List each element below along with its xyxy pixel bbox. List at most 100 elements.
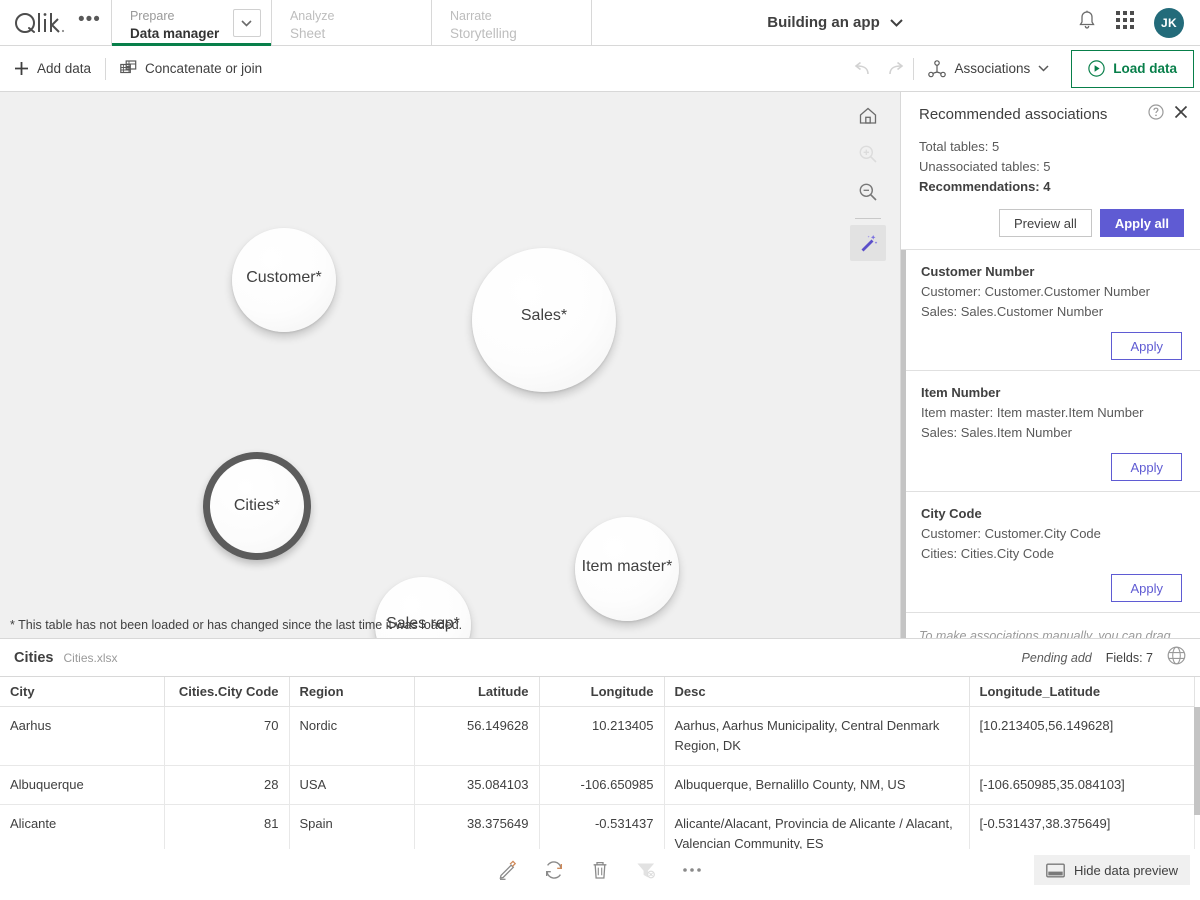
globe-icon[interactable] (1167, 646, 1186, 670)
concatenate-or-join-button[interactable]: Concatenate or join (106, 46, 276, 91)
plus-icon (15, 62, 28, 75)
table-vertical-scrollbar[interactable] (1194, 707, 1200, 815)
cell-region: USA (289, 765, 415, 805)
load-data-button[interactable]: Load data (1071, 49, 1194, 88)
table-action-bar: Hide data preview (0, 849, 1200, 891)
column-header-region[interactable]: Region (289, 677, 415, 707)
table-bubble-sales[interactable]: Sales* (472, 248, 616, 392)
data-preview-header: Cities Cities.xlsx Pending add Fields: 7 (0, 638, 1200, 677)
magic-wand-icon (861, 235, 878, 252)
notification-bell-icon[interactable] (1078, 10, 1096, 35)
apply-button[interactable]: Apply (1111, 574, 1182, 602)
clear-filter-icon (637, 863, 655, 879)
canvas-zoom-in-button[interactable] (850, 136, 886, 172)
column-header-city-code[interactable]: Cities.City Code (164, 677, 290, 707)
recommendation-source: Item master: Item master.Item Number (921, 405, 1144, 420)
recommendation-title: Customer Number (921, 264, 1035, 279)
concatenate-label: Concatenate or join (145, 61, 263, 76)
app-grid-icon[interactable] (1116, 11, 1134, 34)
table-bubble-item-master[interactable]: Item master* (575, 517, 679, 621)
table-bubble-cities[interactable]: Cities* (203, 452, 311, 560)
column-header-longitude-latitude[interactable]: Longitude_Latitude (969, 677, 1195, 707)
cell-city: Aarhus (0, 706, 165, 766)
cell-desc: Albuquerque, Bernalillo County, NM, US (664, 765, 970, 805)
undo-button[interactable] (845, 52, 879, 86)
table-bubble-customer[interactable]: Customer* (232, 228, 336, 332)
association-canvas[interactable]: Customer* Sales* Cities* Sales rep* Item… (0, 92, 900, 638)
refresh-table-button[interactable] (541, 857, 567, 883)
nav-narrate-label: Storytelling (449, 25, 517, 41)
recommendation-card-list[interactable]: Customer Number Customer: Customer.Custo… (901, 249, 1200, 638)
cell-region: Nordic (289, 706, 415, 766)
table-bubble-label: Customer* (246, 269, 322, 286)
recommendation-target: Sales: Sales.Item Number (921, 425, 1073, 440)
data-preview-table-wrapper[interactable]: City Cities.City Code Region Latitude Lo… (0, 677, 1200, 849)
concatenate-tables-icon (120, 60, 137, 74)
associations-label: Associations (954, 61, 1031, 76)
table-row[interactable]: Aarhus 70 Nordic 56.149628 10.213405 Aar… (0, 706, 1195, 766)
top-right-actions: JK (1078, 0, 1200, 45)
column-header-city[interactable]: City (0, 677, 165, 707)
nav-analyze-group: Analyze (289, 8, 335, 23)
canvas-footnote: * This table has not been loaded or has … (10, 618, 463, 632)
play-circle-icon (1088, 60, 1105, 77)
more-options-icon (683, 868, 701, 872)
hide-data-preview-button[interactable]: Hide data preview (1033, 855, 1190, 885)
recommendation-source: Customer: Customer.City Code (921, 526, 1101, 541)
cell-city: Albuquerque (0, 765, 165, 805)
cell-longitude: 10.213405 (539, 706, 665, 766)
edit-table-button[interactable] (495, 857, 521, 883)
zoom-out-icon (859, 183, 877, 201)
clear-filter-button[interactable] (633, 857, 659, 883)
home-icon (859, 107, 877, 124)
apply-button[interactable]: Apply (1111, 332, 1182, 360)
nav-item-narrate[interactable]: Narrate Storytelling (430, 0, 591, 45)
recommendation-card[interactable]: Item Number Item master: Item master.Ite… (901, 371, 1200, 492)
cell-city-code: 70 (164, 706, 290, 766)
cell-longitude-latitude: [-106.650985,35.084103] (969, 765, 1195, 805)
recommendation-target: Cities: Cities.City Code (921, 546, 1054, 561)
redo-button[interactable] (879, 52, 913, 86)
qlik-logo-icon[interactable] (14, 11, 66, 35)
canvas-recommend-associations-button[interactable] (850, 225, 886, 261)
nav-item-analyze[interactable]: Analyze Sheet (270, 0, 431, 45)
close-icon[interactable] (1174, 105, 1188, 124)
recommendation-card[interactable]: City Code Customer: Customer.City Code C… (901, 492, 1200, 613)
panel-scrollbar[interactable] (901, 250, 906, 638)
canvas-zoom-out-button[interactable] (850, 174, 886, 210)
table-row[interactable]: Alicante 81 Spain 38.375649 -0.531437 Al… (0, 804, 1195, 849)
recommendation-card[interactable]: Customer Number Customer: Customer.Custo… (901, 250, 1200, 371)
table-row[interactable]: Albuquerque 28 USA 35.084103 -106.650985… (0, 765, 1195, 805)
cell-region: Spain (289, 804, 415, 849)
hide-data-preview-label: Hide data preview (1073, 862, 1178, 878)
cell-latitude: 35.084103 (414, 765, 540, 805)
user-avatar[interactable]: JK (1154, 7, 1184, 38)
main-area: Customer* Sales* Cities* Sales rep* Item… (0, 92, 1200, 638)
add-data-button[interactable]: Add data (0, 46, 105, 91)
table-header-row: City Cities.City Code Region Latitude Lo… (0, 677, 1195, 707)
apply-button[interactable]: Apply (1111, 453, 1182, 481)
app-title: Building an app (767, 14, 880, 31)
edit-pencil-icon (499, 860, 517, 880)
cell-city-code: 81 (164, 804, 290, 849)
nav-item-prepare[interactable]: Prepare Data manager (110, 0, 271, 46)
apply-all-button[interactable]: Apply all (1099, 209, 1184, 237)
panel-title: Recommended associations (919, 106, 1108, 123)
chevron-down-icon (890, 18, 903, 27)
canvas-tool-divider (855, 218, 881, 219)
help-circle-icon[interactable] (1148, 104, 1164, 125)
nav-analyze-label: Sheet (289, 25, 326, 41)
cell-city-code: 28 (164, 765, 290, 805)
column-header-latitude[interactable]: Latitude (414, 677, 540, 707)
associations-button[interactable]: Associations (914, 46, 1061, 91)
recommendation-source: Customer: Customer.Customer Number (921, 284, 1151, 299)
column-header-desc[interactable]: Desc (664, 677, 970, 707)
preview-all-button[interactable]: Preview all (998, 209, 1092, 237)
canvas-home-button[interactable] (850, 98, 886, 134)
delete-table-button[interactable] (587, 857, 613, 883)
more-options-button[interactable] (679, 857, 705, 883)
nav-prepare-dropdown[interactable] (232, 9, 261, 37)
overflow-menu-icon[interactable]: ••• (78, 10, 101, 31)
app-title-dropdown[interactable]: Building an app (590, 0, 1078, 45)
column-header-longitude[interactable]: Longitude (539, 677, 665, 707)
